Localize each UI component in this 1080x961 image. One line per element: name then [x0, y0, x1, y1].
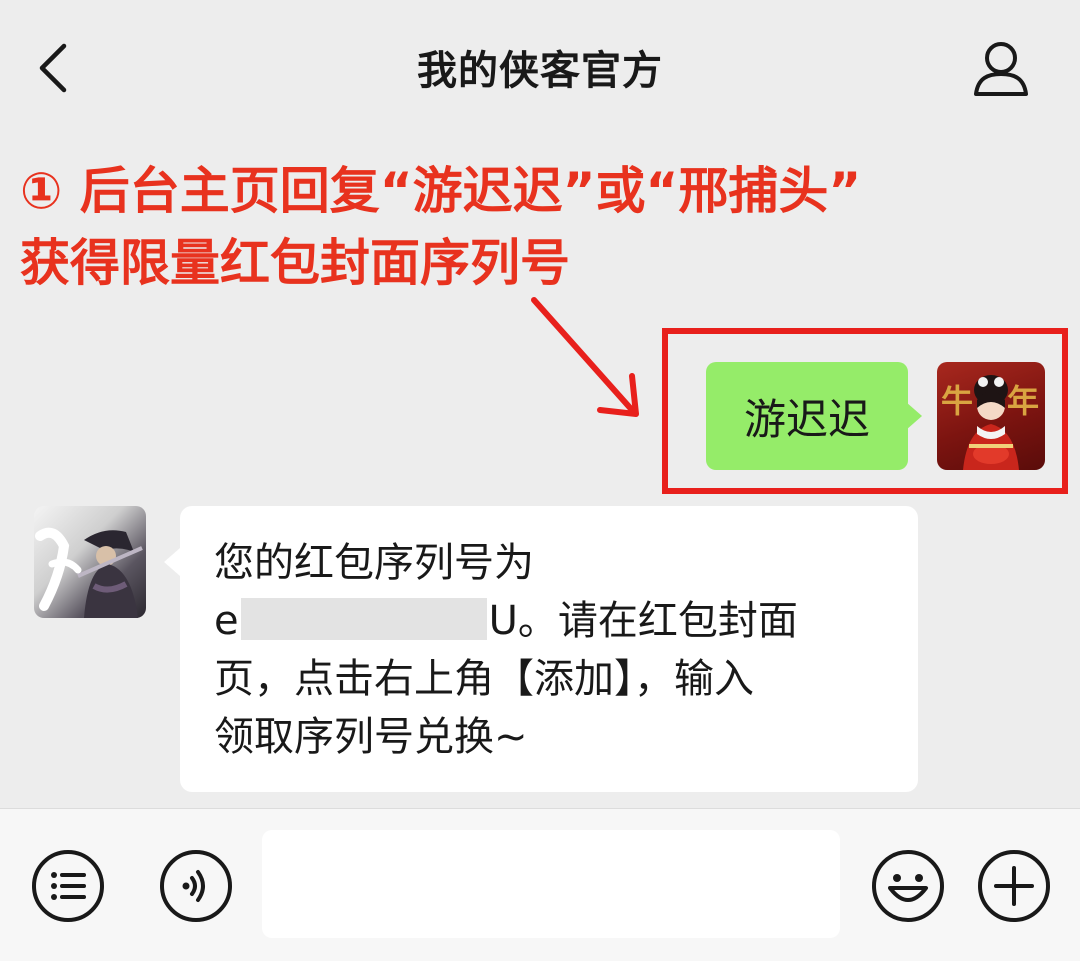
arrow-icon — [531, 297, 639, 417]
page-title: 我的侠客官方 — [417, 48, 663, 94]
message-input[interactable] — [262, 830, 840, 938]
serial-prefix: e — [214, 598, 239, 644]
plus-icon[interactable] — [976, 848, 1052, 924]
sent-message-text: 游迟迟 — [743, 394, 870, 444]
received-message-bubble[interactable]: 您的红包序列号为 e U。请在红包封面 页，点击右上角【添加】，输入 领取序列号兑… — [164, 506, 918, 792]
official-avatar[interactable] — [34, 506, 146, 618]
avatar-illustration-official — [35, 527, 143, 618]
received-message-line-2: e U。请在红包封面 — [214, 592, 888, 650]
sent-message-bubble[interactable]: 游迟迟 — [706, 362, 922, 470]
serial-number-mask — [240, 598, 487, 640]
person-icon[interactable] — [968, 36, 1034, 102]
my-avatar[interactable]: 牛 年 — [937, 362, 1045, 470]
received-message-line-3: 页，点击右上角【添加】，输入 — [214, 656, 754, 702]
received-message-line-4: 领取序列号兑换~ — [214, 714, 528, 760]
avatar-illustration: 牛 年 — [941, 375, 1039, 470]
emoji-icon[interactable] — [870, 848, 946, 924]
list-menu-icon[interactable] — [30, 848, 106, 924]
annotation-line-1: ① 后台主页回复“游迟迟”或“邢捕头” — [20, 162, 862, 220]
nav-header: 我的侠客官方 — [0, 0, 1080, 130]
avatar-glyph-niu: 牛 — [941, 382, 973, 420]
annotation-line-2: 获得限量红包封面序列号 — [20, 234, 570, 292]
received-message-line-1: 您的红包序列号为 — [214, 540, 534, 586]
voice-icon[interactable] — [158, 848, 234, 924]
serial-suffix: U。请在红包封面 — [488, 598, 798, 644]
avatar-glyph-nian: 年 — [1007, 382, 1039, 420]
